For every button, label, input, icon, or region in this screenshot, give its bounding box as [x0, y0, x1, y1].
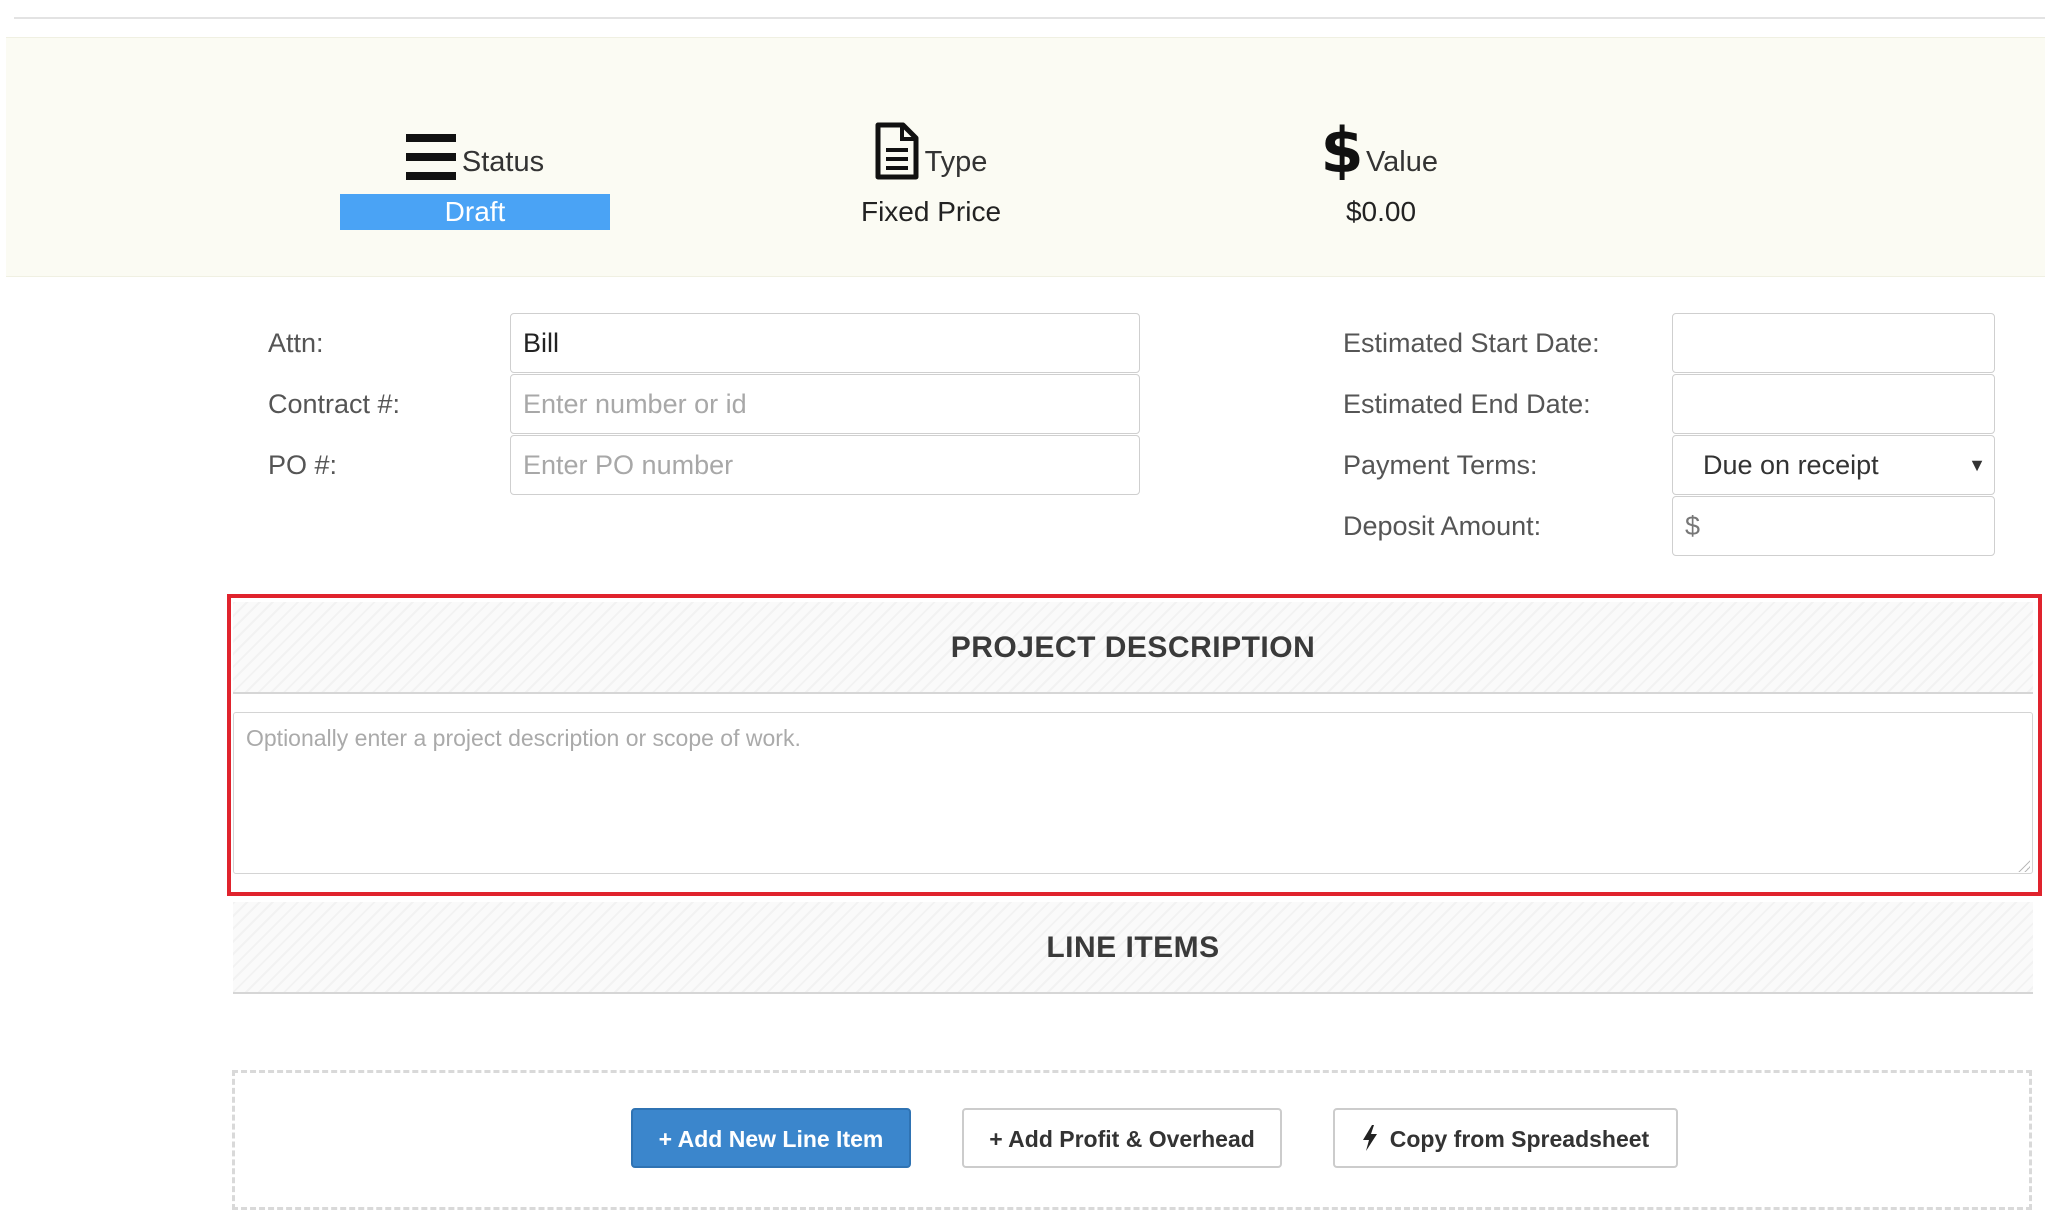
add-line-item-button[interactable]: + Add New Line Item	[631, 1108, 911, 1168]
type-label: Type	[924, 146, 988, 178]
status-label: Status	[461, 146, 545, 178]
type-stat: Type Fixed Price	[786, 116, 1076, 230]
contract-number-input[interactable]	[510, 374, 1140, 434]
value-amount: $0.00	[1345, 196, 1417, 227]
line-items-header: LINE ITEMS	[233, 902, 2033, 994]
lightning-bolt-icon	[1362, 1125, 1377, 1152]
document-icon	[875, 122, 919, 180]
start-date-input[interactable]	[1672, 313, 1995, 373]
resize-handle[interactable]	[2018, 860, 2030, 872]
summary-banner: Status Draft Type Fixed Price $ Value $0…	[6, 37, 2045, 277]
end-date-label: Estimated End Date:	[1343, 389, 1591, 419]
po-number-input[interactable]	[510, 435, 1140, 495]
add-profit-overhead-button[interactable]: + Add Profit & Overhead	[962, 1108, 1282, 1168]
status-stat: Status Draft	[340, 116, 610, 230]
copy-from-spreadsheet-label: Copy from Spreadsheet	[1389, 1126, 1650, 1152]
start-date-label: Estimated Start Date:	[1343, 328, 1600, 358]
contract-label: Contract #:	[268, 389, 401, 419]
currency-prefix: $	[1685, 511, 1701, 541]
hamburger-menu-icon	[405, 134, 456, 180]
attn-label: Attn:	[268, 328, 324, 358]
value-label: Value	[1365, 146, 1439, 178]
copy-from-spreadsheet-button[interactable]: Copy from Spreadsheet	[1333, 1108, 1678, 1168]
project-description-textarea[interactable]	[233, 712, 2033, 874]
end-date-input[interactable]	[1672, 374, 1995, 434]
attn-input[interactable]	[510, 313, 1140, 373]
type-value: Fixed Price	[860, 196, 1002, 227]
payment-terms-label: Payment Terms:	[1343, 450, 1538, 480]
top-divider	[14, 17, 2045, 19]
project-description-header: PROJECT DESCRIPTION	[233, 602, 2033, 694]
status-badge: Draft	[340, 194, 610, 230]
po-label: PO #:	[268, 450, 338, 480]
deposit-label: Deposit Amount:	[1343, 511, 1542, 541]
estimate-page: Status Draft Type Fixed Price $ Value $0…	[0, 0, 2045, 1226]
deposit-amount-input[interactable]: $	[1672, 496, 1995, 556]
dollar-icon: $	[1324, 118, 1360, 180]
value-stat: $ Value $0.00	[1246, 116, 1516, 230]
caret-down-icon: ▼	[1968, 455, 1986, 475]
svg-text:$: $	[1324, 118, 1360, 180]
payment-terms-value: Due on receipt	[1703, 450, 1879, 480]
payment-terms-select[interactable]: Due on receipt ▼	[1672, 435, 1995, 495]
